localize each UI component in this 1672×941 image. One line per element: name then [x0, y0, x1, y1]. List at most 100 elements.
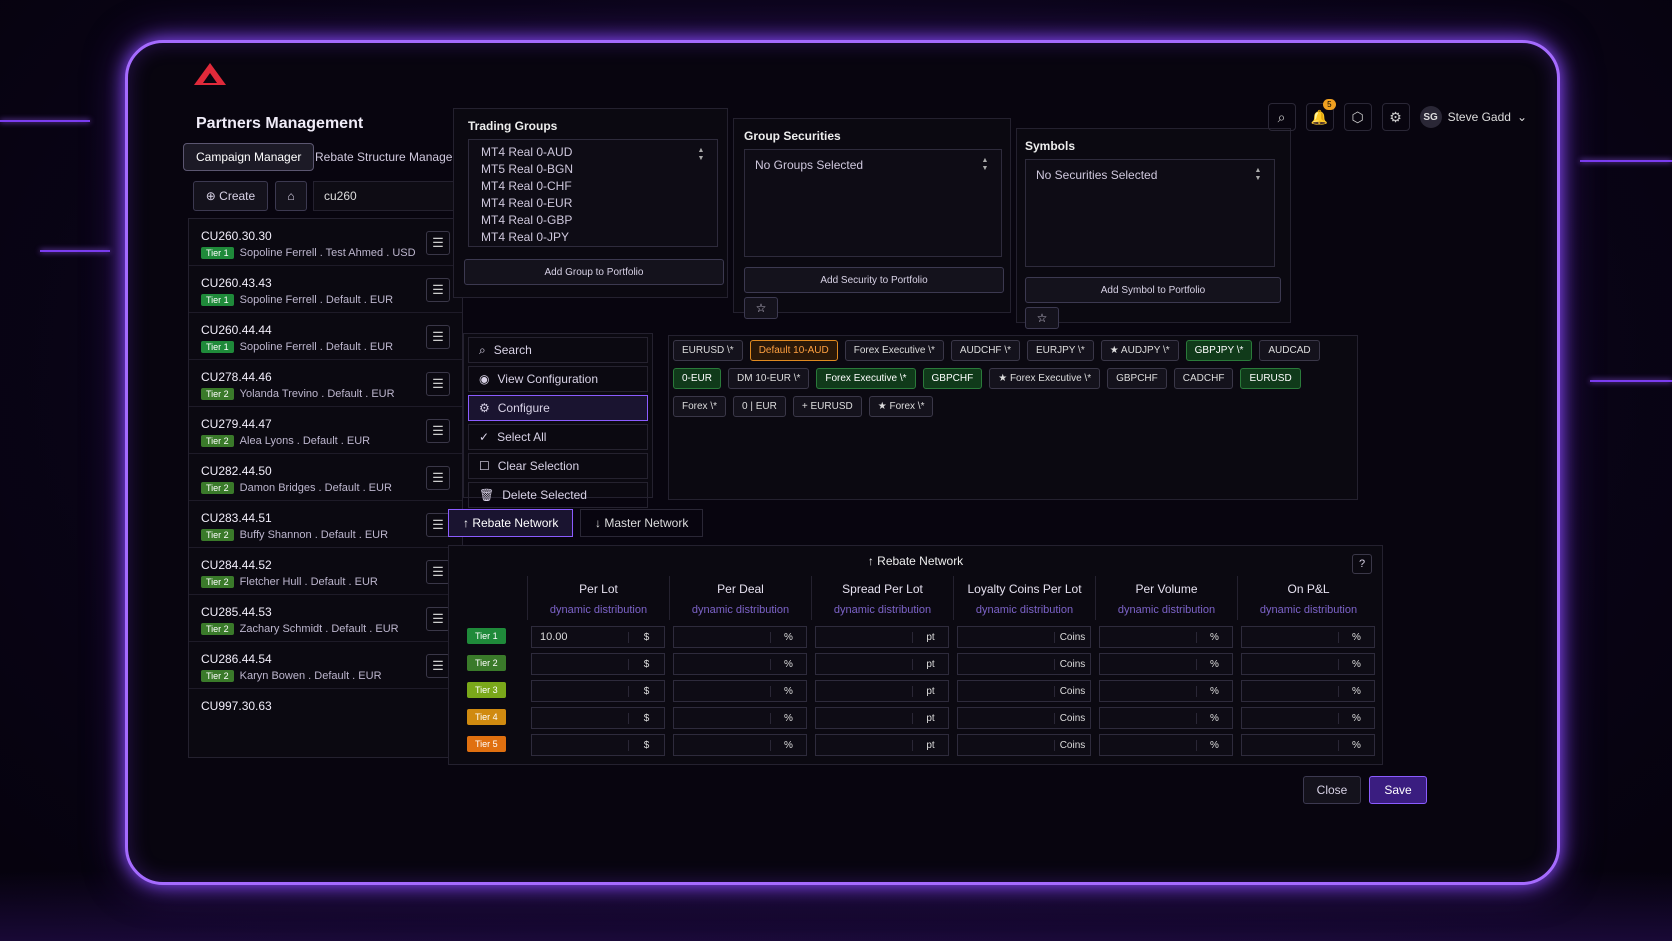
list-item[interactable]: CU279.44.47 Tier 2 Alea Lyons . Default . …: [189, 407, 462, 454]
list-item[interactable]: CU997.30.63: [189, 689, 462, 736]
unit-select[interactable]: %: [1338, 658, 1374, 670]
symbol-chip[interactable]: Forex \*: [673, 396, 727, 417]
home-button[interactable]: ⌂: [275, 181, 307, 211]
value-input[interactable]: pt: [815, 626, 949, 648]
unit-select[interactable]: %: [770, 739, 806, 751]
action-view-configuration[interactable]: ◉ View Configuration: [468, 366, 648, 392]
value-input[interactable]: %: [1241, 653, 1375, 675]
notifications-button[interactable]: 🔔 5: [1305, 99, 1336, 131]
tab-campaign-manager[interactable]: Campaign Manager: [183, 143, 315, 171]
list-item[interactable]: CU282.44.50 Tier 2 Damon Bridges . Default…: [189, 454, 462, 501]
symbol-chip[interactable]: GBPCHF: [922, 368, 983, 389]
value-input[interactable]: 10.00 $: [531, 626, 665, 648]
unit-select[interactable]: %: [1338, 631, 1374, 643]
settings-button[interactable]: ⚙: [1381, 103, 1410, 131]
symbol-chip[interactable]: CADCHF: [1173, 368, 1234, 389]
value-input[interactable]: $: [531, 707, 665, 729]
unit-select[interactable]: pt: [912, 685, 948, 697]
symbol-chip[interactable]: Forex Executive \*: [816, 368, 916, 389]
value-input[interactable]: pt: [815, 653, 949, 675]
unit-select[interactable]: $: [628, 712, 664, 724]
value-input[interactable]: Coins: [957, 707, 1091, 729]
favorite-button[interactable]: ☆: [1025, 307, 1059, 329]
value-input[interactable]: pt: [815, 734, 949, 756]
symbol-chip[interactable]: + EURUSD: [792, 396, 862, 417]
unit-select[interactable]: %: [1196, 712, 1232, 724]
unit-select[interactable]: $: [628, 658, 664, 670]
unit-select[interactable]: %: [1196, 658, 1232, 670]
list-item[interactable]: CU284.44.52 Tier 2 Fletcher Hull . Default…: [189, 548, 462, 595]
row-menu-button[interactable]: ☰: [426, 654, 450, 678]
row-menu-button[interactable]: ☰: [426, 607, 450, 631]
value-input[interactable]: Coins: [957, 626, 1091, 648]
unit-select[interactable]: %: [1338, 712, 1374, 724]
value-input[interactable]: %: [1241, 707, 1375, 729]
unit-select[interactable]: %: [770, 658, 806, 670]
symbol-chip[interactable]: ★ AUDJPY \*: [1100, 340, 1179, 361]
value-input[interactable]: $: [531, 734, 665, 756]
unit-select[interactable]: %: [1196, 739, 1232, 751]
add-symbol-button[interactable]: Add Symbol to Portfolio: [1025, 277, 1281, 303]
row-menu-button[interactable]: ☰: [426, 419, 450, 443]
row-menu-button[interactable]: ☰: [426, 231, 450, 255]
packages-button[interactable]: ⬡: [1343, 103, 1372, 131]
list-item[interactable]: CU286.44.54 Tier 2 Karyn Bowen . Default .…: [189, 642, 462, 689]
user-menu[interactable]: SG Steve Gadd ⌄: [1419, 106, 1527, 128]
unit-select[interactable]: pt: [912, 658, 948, 670]
list-item[interactable]: MT4 Real 0-AUD: [469, 144, 717, 161]
value-input[interactable]: %: [673, 653, 807, 675]
symbol-chip[interactable]: GBPCHF: [1107, 368, 1167, 389]
list-item[interactable]: CU283.44.51 Tier 2 Buffy Shannon . Default…: [189, 501, 462, 548]
add-group-button[interactable]: Add Group to Portfolio: [464, 259, 724, 285]
help-button[interactable]: ?: [1352, 554, 1372, 574]
symbol-chip[interactable]: ★ Forex \*: [868, 396, 934, 417]
symbol-chip[interactable]: 0 | EUR: [733, 396, 786, 417]
unit-select[interactable]: pt: [912, 712, 948, 724]
unit-select[interactable]: %: [1338, 685, 1374, 697]
unit-select[interactable]: %: [770, 712, 806, 724]
unit-select[interactable]: Coins: [1054, 739, 1090, 751]
value-input[interactable]: Coins: [957, 734, 1091, 756]
unit-select[interactable]: $: [628, 631, 664, 643]
close-button[interactable]: Close: [1303, 776, 1361, 804]
symbol-chip[interactable]: 0-EUR: [673, 368, 722, 389]
symbol-chip[interactable]: EURJPY \*: [1027, 340, 1094, 361]
value-input[interactable]: pt: [815, 707, 949, 729]
unit-select[interactable]: Coins: [1054, 712, 1090, 724]
list-item[interactable]: MT4 Real 0-EUR: [469, 195, 717, 212]
action-configure[interactable]: ⚙ Configure: [468, 395, 648, 421]
unit-select[interactable]: Coins: [1054, 658, 1090, 670]
list-item[interactable]: CU278.44.46 Tier 2 Yolanda Trevino . Defau…: [189, 360, 462, 407]
row-menu-button[interactable]: ☰: [426, 372, 450, 396]
unit-select[interactable]: %: [770, 631, 806, 643]
action-delete-selected[interactable]: 🗑 Delete Selected: [468, 482, 648, 508]
action-clear-selection[interactable]: ☐ Clear Selection: [468, 453, 648, 479]
unit-select[interactable]: %: [1196, 631, 1232, 643]
symbol-chip[interactable]: Default 10-AUD: [749, 340, 838, 361]
add-security-button[interactable]: Add Security to Portfolio: [744, 267, 1004, 293]
row-menu-button[interactable]: ☰: [426, 513, 450, 537]
value-input[interactable]: pt: [815, 680, 949, 702]
symbol-chip[interactable]: Forex Executive \*: [844, 340, 944, 361]
symbol-chip[interactable]: DM 10-EUR \*: [728, 368, 810, 389]
unit-select[interactable]: pt: [912, 631, 948, 643]
tab-rebate-structure-manager[interactable]: Rebate Structure Manager: [303, 143, 468, 171]
symbol-chip[interactable]: GBPJPY \*: [1185, 340, 1253, 361]
unit-select[interactable]: %: [1338, 739, 1374, 751]
unit-select[interactable]: %: [1196, 685, 1232, 697]
value-input[interactable]: %: [1241, 626, 1375, 648]
tab-rebate-network[interactable]: ↑ Rebate Network: [448, 509, 574, 537]
unit-select[interactable]: $: [628, 739, 664, 751]
value-input[interactable]: $: [531, 653, 665, 675]
value-input[interactable]: %: [1241, 680, 1375, 702]
unit-select[interactable]: Coins: [1054, 631, 1090, 643]
value-input[interactable]: %: [673, 626, 807, 648]
action-search[interactable]: ⌕ Search: [468, 337, 648, 363]
group-securities-list[interactable]: No Groups Selected ▲ ▼: [744, 149, 1002, 257]
scrollbar[interactable]: ▲ ▼: [973, 156, 997, 173]
value-input[interactable]: Coins: [957, 680, 1091, 702]
symbol-chip[interactable]: EURUSD \*: [673, 340, 743, 361]
symbol-chip[interactable]: AUDCHF \*: [950, 340, 1020, 361]
value-input[interactable]: %: [1241, 734, 1375, 756]
value-input[interactable]: %: [1099, 707, 1233, 729]
